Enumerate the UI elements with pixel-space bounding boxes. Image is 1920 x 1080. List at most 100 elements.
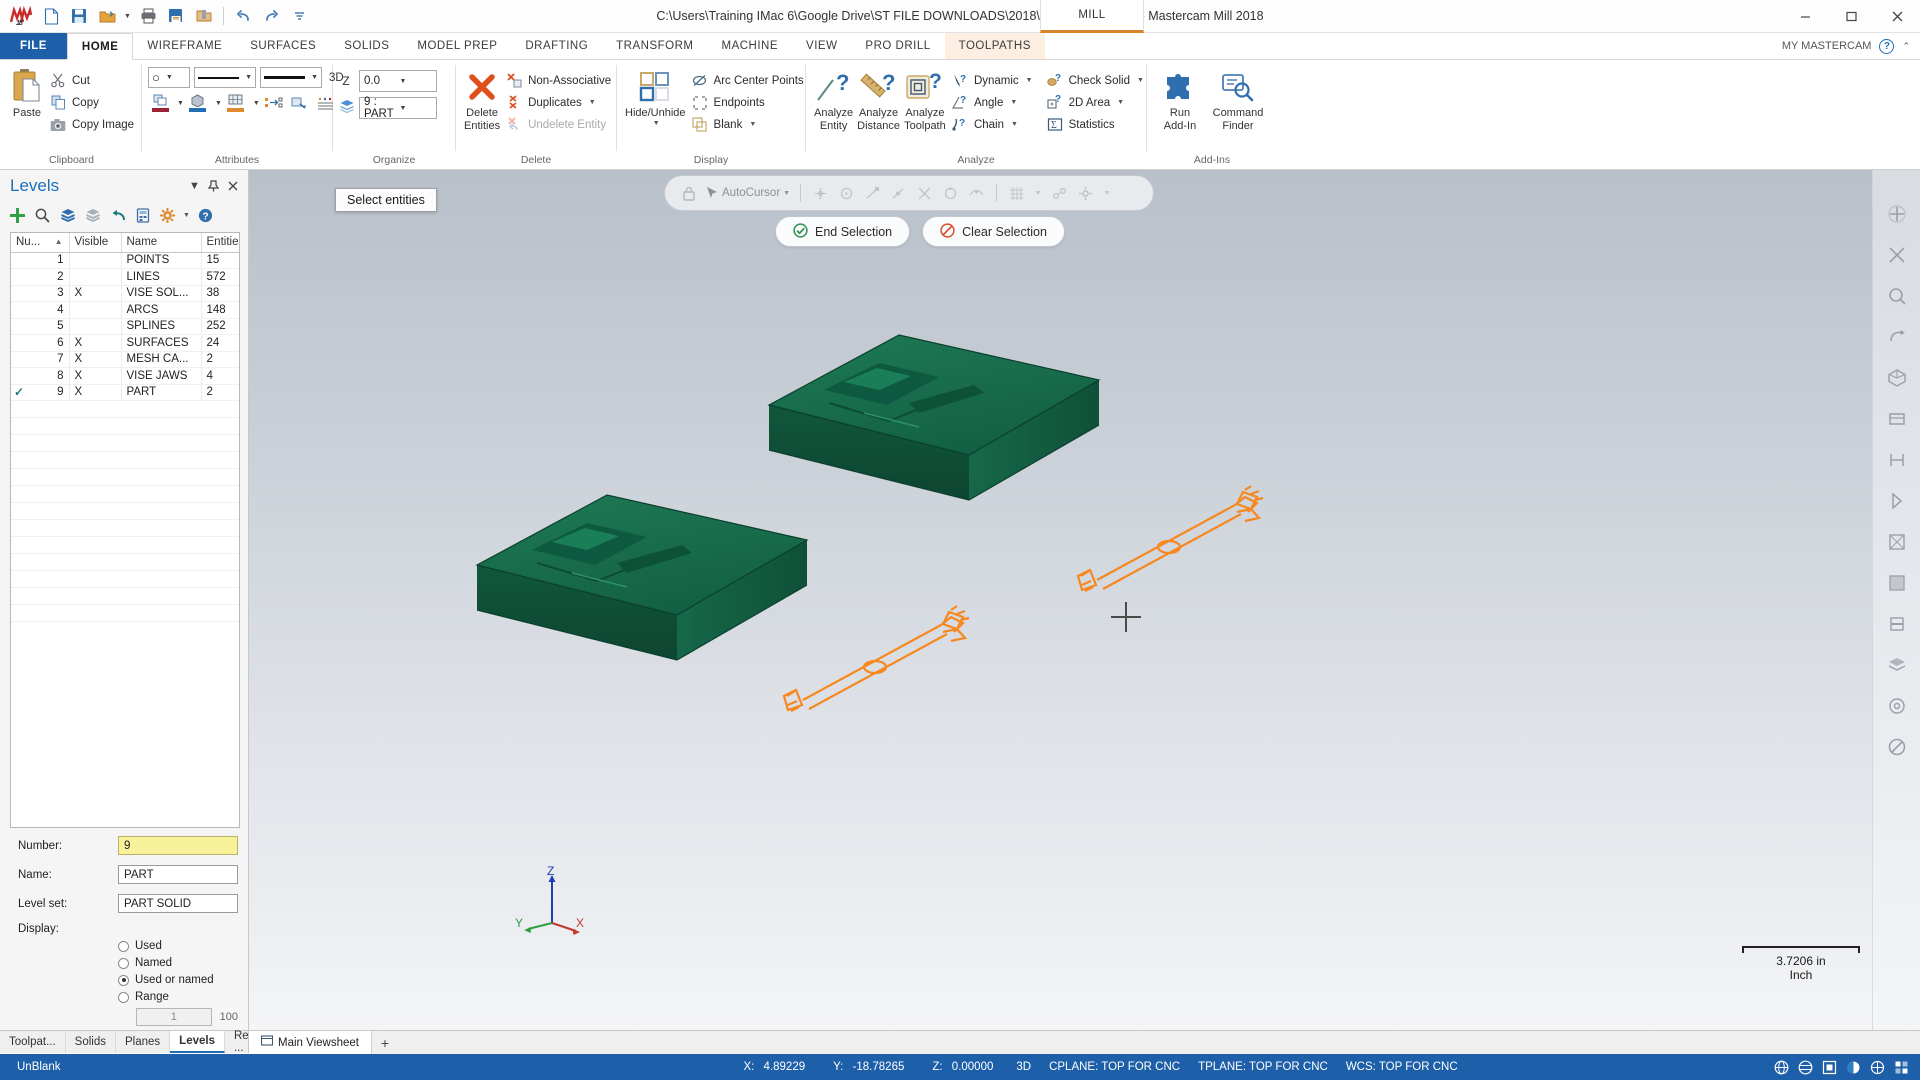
- restore-levels-icon[interactable]: [106, 204, 129, 227]
- tab-machine[interactable]: MACHINE: [708, 33, 793, 59]
- table-row[interactable]: 1 POINTS 15: [11, 252, 239, 269]
- close-button[interactable]: [1874, 0, 1920, 33]
- analyze-chain-caret-icon[interactable]: ▼: [1011, 121, 1018, 128]
- table-row[interactable]: 6 X SURFACES 24: [11, 334, 239, 352]
- set-all-attributes-button[interactable]: [262, 92, 286, 114]
- globe-icon[interactable]: [1771, 1057, 1792, 1078]
- top-view-icon[interactable]: [1881, 403, 1913, 435]
- tab-file[interactable]: FILE: [0, 33, 67, 59]
- new-file-icon[interactable]: [38, 3, 64, 29]
- column-header-entities[interactable]: Entities: [201, 233, 239, 253]
- cell-visible[interactable]: X: [69, 351, 122, 368]
- point-style-combo[interactable]: ○ ▼: [148, 67, 190, 88]
- display-options-icon[interactable]: [1891, 1057, 1912, 1078]
- column-header-name[interactable]: Name: [121, 233, 202, 253]
- surface-color-button[interactable]: [224, 92, 248, 114]
- panel-pin-icon[interactable]: [204, 176, 223, 195]
- collapse-ribbon-icon[interactable]: ⌃: [1902, 41, 1910, 52]
- right-view-icon[interactable]: [1881, 485, 1913, 517]
- save-as-icon[interactable]: [163, 3, 189, 29]
- globe-alt-icon[interactable]: [1795, 1057, 1816, 1078]
- cell-visible[interactable]: [69, 301, 122, 319]
- command-finder-button[interactable]: Command Finder: [1206, 64, 1270, 135]
- redo-icon[interactable]: [258, 3, 284, 29]
- paste-button[interactable]: Paste: [8, 64, 46, 123]
- hide-unhide-caret-icon[interactable]: ▼: [653, 120, 660, 128]
- add-viewsheet-button[interactable]: +: [372, 1031, 398, 1054]
- cell-visible[interactable]: X: [69, 334, 122, 352]
- area-2d-caret-icon[interactable]: ▼: [1117, 99, 1124, 106]
- radio-named-icon[interactable]: [118, 957, 129, 969]
- cell-visible[interactable]: X: [69, 285, 122, 302]
- name-input[interactable]: PART: [118, 865, 238, 884]
- range-to-value[interactable]: 100: [220, 1011, 238, 1023]
- section-view-icon[interactable]: [1881, 608, 1913, 640]
- line-style-combo[interactable]: ▼: [194, 67, 256, 88]
- analyze-angle-button[interactable]: ? Angle ▼: [948, 92, 1039, 113]
- tab-levels-panel[interactable]: Levels: [170, 1031, 225, 1053]
- zoom-window-icon[interactable]: [1881, 239, 1913, 271]
- shaded-display-icon[interactable]: [1881, 567, 1913, 599]
- blank-button[interactable]: Blank ▼: [688, 114, 810, 135]
- table-row[interactable]: 7 X MESH CA... 2: [11, 351, 239, 368]
- status-unblank-label[interactable]: UnBlank: [8, 1061, 69, 1073]
- layers-display-icon[interactable]: [1881, 649, 1913, 681]
- table-row[interactable]: 5 SPLINES 252: [11, 318, 239, 335]
- table-row[interactable]: 2 LINES 572: [11, 268, 239, 286]
- endpoints-button[interactable]: Endpoints: [688, 92, 810, 113]
- wireframe-color-button[interactable]: [148, 92, 172, 114]
- fit-view-icon[interactable]: [1881, 198, 1913, 230]
- status-cplane[interactable]: CPLANE: TOP FOR CNC: [1040, 1061, 1189, 1073]
- number-input[interactable]: 9: [118, 836, 238, 855]
- display-option-used-or-named[interactable]: Used or named: [18, 974, 238, 986]
- display-option-named[interactable]: Named: [18, 957, 238, 969]
- blank-caret-icon[interactable]: ▼: [749, 121, 756, 128]
- analyze-dynamic-caret-icon[interactable]: ▼: [1026, 77, 1033, 84]
- analyze-distance-button[interactable]: ? Analyze Distance: [855, 64, 902, 135]
- column-header-visible[interactable]: Visible: [69, 233, 122, 253]
- cell-visible[interactable]: X: [69, 367, 122, 385]
- add-level-icon[interactable]: [6, 204, 29, 227]
- range-from-input[interactable]: 1: [136, 1008, 212, 1026]
- tab-home[interactable]: HOME: [66, 33, 134, 60]
- arc-center-points-button[interactable]: Arc Center Points: [688, 70, 810, 91]
- status-tplane[interactable]: TPLANE: TOP FOR CNC: [1189, 1061, 1337, 1073]
- tab-transform[interactable]: TRANSFORM: [602, 33, 707, 59]
- levelset-input[interactable]: PART SOLID: [118, 894, 238, 913]
- current-level-input[interactable]: 9 : PART ▼: [359, 96, 437, 120]
- settings-dropdown-icon[interactable]: ▼: [181, 204, 192, 227]
- tab-pro-drill[interactable]: PRO DRILL: [851, 33, 944, 59]
- line-width-combo[interactable]: ▼: [260, 67, 322, 88]
- help-icon[interactable]: ?: [194, 204, 217, 227]
- column-header-number[interactable]: Nu... ▲: [11, 233, 70, 253]
- analyze-chain-button[interactable]: ? Chain ▼: [948, 114, 1039, 135]
- my-mastercam-link[interactable]: MY MASTERCAM: [1782, 40, 1872, 52]
- area-2d-button[interactable]: ? 2D Area ▼: [1043, 92, 1150, 113]
- print-icon[interactable]: [135, 3, 161, 29]
- tab-toolpaths[interactable]: TOOLPATHS: [944, 33, 1045, 59]
- radio-used-or-named-icon[interactable]: [118, 974, 129, 986]
- tab-wireframe[interactable]: WIREFRAME: [133, 33, 236, 59]
- surface-color-caret-icon[interactable]: ▼: [250, 100, 260, 107]
- wireframe-color-caret-icon[interactable]: ▼: [174, 100, 184, 107]
- z-depth-input[interactable]: 0.0 ▼: [359, 70, 437, 92]
- tab-solids-panel[interactable]: Solids: [66, 1031, 116, 1053]
- status-mode-toggle[interactable]: 3D: [1007, 1061, 1040, 1073]
- dynamic-rotate-icon[interactable]: [1881, 321, 1913, 353]
- check-solid-caret-icon[interactable]: ▼: [1137, 77, 1144, 84]
- select-mode-icon[interactable]: [1819, 1057, 1840, 1078]
- panel-dropdown-icon[interactable]: ▼: [185, 176, 204, 195]
- table-row[interactable]: 8 X VISE JAWS 4: [11, 367, 239, 385]
- tab-solids[interactable]: SOLIDS: [330, 33, 403, 59]
- settings-gear-icon[interactable]: [156, 204, 179, 227]
- customize-qat-icon[interactable]: [286, 3, 312, 29]
- level-options-icon[interactable]: [131, 204, 154, 227]
- panel-close-icon[interactable]: [223, 176, 242, 195]
- display-option-used[interactable]: Used: [18, 940, 238, 952]
- delete-entities-button[interactable]: Delete Entities: [462, 64, 502, 135]
- cell-visible[interactable]: X: [69, 384, 122, 401]
- status-wcs[interactable]: WCS: TOP FOR CNC: [1337, 1061, 1467, 1073]
- levels-table-container[interactable]: Nu... ▲ Visible Name Entities 1 POIN: [10, 232, 240, 828]
- show-all-levels-icon[interactable]: [56, 204, 79, 227]
- zoom-icon[interactable]: [1881, 280, 1913, 312]
